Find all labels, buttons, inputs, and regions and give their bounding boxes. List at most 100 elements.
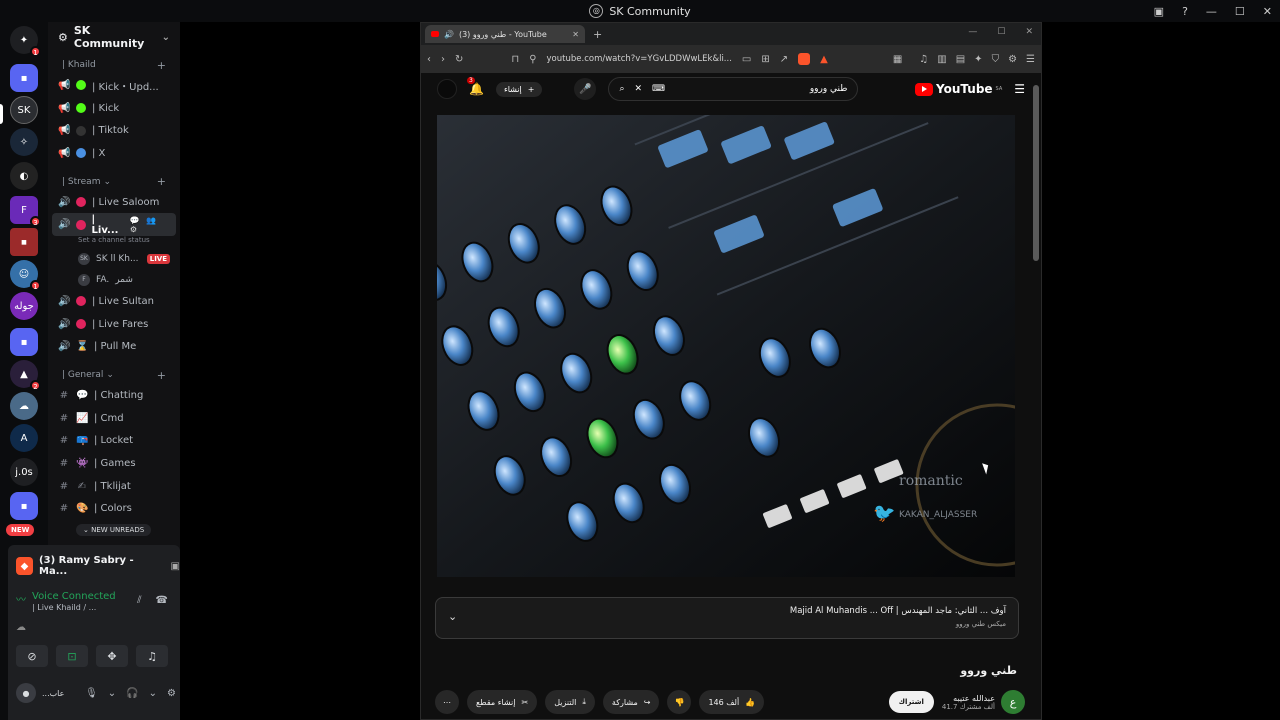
share-button[interactable]: مشاركة ↪: [602, 690, 660, 714]
forward-icon[interactable]: ›: [441, 54, 445, 65]
wallet-icon[interactable]: ▤: [956, 54, 965, 65]
server-6-icon[interactable]: ☺ 1: [10, 260, 41, 291]
mic-icon[interactable]: 🎙: [85, 688, 98, 699]
voice-channel-pull-me[interactable]: 🔊 ⌛ | Pull Me: [48, 336, 180, 359]
new-tab-button[interactable]: +: [593, 28, 602, 41]
server-4-icon[interactable]: F3: [10, 196, 41, 227]
account-avatar[interactable]: [437, 79, 457, 99]
text-channel-colors[interactable]: # 🎨 | Colors: [48, 498, 180, 521]
close-tab-icon[interactable]: ✕: [572, 30, 579, 39]
server-9-icon[interactable]: A: [10, 424, 38, 452]
screen-share-icon[interactable]: ▣: [171, 561, 180, 572]
more-actions-button[interactable]: ⋯: [435, 690, 459, 714]
cast-icon[interactable]: ▭: [742, 54, 751, 65]
screen-share-button[interactable]: ⊡: [56, 645, 88, 667]
close-button[interactable]: ✕: [1025, 27, 1033, 37]
page-scrollbar[interactable]: [1033, 85, 1039, 261]
new-badge[interactable]: NEW: [6, 524, 35, 536]
server-5-icon[interactable]: ■: [10, 228, 38, 256]
channel-avatar[interactable]: ع: [1001, 690, 1025, 714]
clip-button[interactable]: إنشاء مقطع ✂: [467, 690, 538, 714]
server-8-icon[interactable]: ☁: [10, 392, 38, 420]
bookmark-icon[interactable]: ⊓: [511, 54, 519, 65]
clear-search-icon[interactable]: ✕: [635, 84, 643, 94]
minimize-button[interactable]: —: [968, 27, 977, 37]
channel-tiktok[interactable]: 📢 | Tiktok: [48, 119, 180, 142]
rewards-icon[interactable]: ▲: [820, 54, 828, 65]
maximize-button[interactable]: ☐: [997, 27, 1005, 37]
avatar[interactable]: ●: [16, 683, 36, 703]
server-2-icon[interactable]: ✧: [10, 128, 38, 156]
voice-channel-live-sultan[interactable]: 🔊 | Live Sultan: [48, 290, 180, 313]
video-player[interactable]: romantic KAKAN_ALJASSER 🐦: [437, 115, 1015, 577]
text-channel-cmd[interactable]: # 📈 | Cmd: [48, 407, 180, 430]
maximize-button[interactable]: ☐: [1235, 5, 1245, 18]
server-sk-icon[interactable]: SK: [10, 96, 38, 124]
folder-3-icon[interactable]: ▪: [10, 492, 38, 520]
extensions-icon[interactable]: ⚙: [1008, 54, 1017, 65]
vpn-icon[interactable]: ⛉: [992, 54, 1000, 65]
disconnect-icon[interactable]: ☎: [156, 595, 168, 606]
browser-menu-icon[interactable]: ☰: [1026, 54, 1035, 65]
share-icon[interactable]: ↗: [780, 54, 788, 65]
split-view-icon[interactable]: ▥: [937, 54, 946, 65]
subscribe-button[interactable]: اشتراك: [888, 691, 934, 713]
brave-shield-icon[interactable]: [798, 53, 811, 65]
create-button[interactable]: إنشاء +: [495, 81, 543, 97]
activities-button[interactable]: ✥: [96, 645, 128, 667]
minimize-button[interactable]: —: [1206, 5, 1217, 18]
channel-status-note[interactable]: Set a channel status: [48, 236, 180, 248]
camera-off-button[interactable]: ⊘: [16, 645, 48, 667]
category-stream[interactable]: | Stream ⌄ +: [48, 173, 180, 191]
chevron-down-icon[interactable]: ⌄: [108, 688, 116, 699]
noise-suppression-icon[interactable]: ⫽: [137, 595, 141, 606]
download-button[interactable]: التنزيل ⤓: [545, 690, 595, 714]
chevron-down-icon[interactable]: ⌄: [149, 688, 157, 699]
search-icon[interactable]: ⌕: [619, 84, 624, 94]
url-field[interactable]: youtube.com/watch?v=YGvLDDWwLEk&li...: [547, 54, 732, 64]
voice-search-icon[interactable]: 🎤: [574, 78, 597, 100]
channel-x[interactable]: 📢 | X: [48, 142, 180, 165]
text-channel-tklijat[interactable]: # ✍ | Tklijat: [48, 475, 180, 498]
user-name[interactable]: ...عاب: [42, 689, 64, 698]
voice-channel-live-fares[interactable]: 🔊 | Live Fares: [48, 313, 180, 336]
new-unreads-pill[interactable]: ⌄ NEW UNREADS: [76, 524, 152, 536]
stream-title[interactable]: ◆ (3) Ramy Sabry - Ma... ▣: [16, 555, 180, 577]
settings-gear-icon[interactable]: ⚙: [167, 688, 176, 699]
dislike-button[interactable]: 👎: [667, 690, 692, 714]
add-channel-icon[interactable]: +: [157, 369, 166, 382]
hamburger-menu-icon[interactable]: ☰: [1014, 82, 1025, 96]
server-3-icon[interactable]: ◐: [10, 162, 38, 190]
youtube-logo[interactable]: YouTube SA: [915, 82, 1002, 96]
channel-actions[interactable]: 💬 👥 ⚙: [130, 216, 170, 234]
chevron-down-icon[interactable]: ⌄: [448, 610, 457, 623]
back-icon[interactable]: ‹: [427, 54, 431, 65]
server-7-icon[interactable]: ▲ 2: [10, 360, 41, 391]
voice-user-2[interactable]: F FA. شمر: [48, 269, 180, 290]
search-input[interactable]: ⌕ ✕ ⌨ طني وروو: [608, 77, 859, 101]
help-icon[interactable]: ?: [1182, 5, 1188, 18]
browser-tab[interactable]: 🔊 (3) طني وروو - YouTube ✕: [425, 25, 585, 43]
media-icon[interactable]: ♫: [919, 54, 928, 65]
headphones-icon[interactable]: 🎧: [126, 688, 138, 699]
voice-user-1[interactable]: SK SK ll Kh... LIVE: [48, 248, 180, 269]
folder-2-icon[interactable]: ▪: [10, 328, 38, 356]
voice-channel-label[interactable]: | Live Khaild / ...: [32, 603, 116, 612]
voice-channel-live-saloom[interactable]: 🔊 | Live Saloom: [48, 191, 180, 214]
site-info-icon[interactable]: ⚲: [529, 54, 536, 65]
channel-kick-updates[interactable]: 📢 | Kick・Upd...: [48, 74, 180, 97]
like-button[interactable]: 146 ألف 👍: [699, 690, 765, 714]
folder-icon[interactable]: ▪: [10, 64, 38, 92]
keyboard-icon[interactable]: ⌨: [652, 84, 665, 94]
leo-icon[interactable]: ✦: [974, 54, 982, 65]
text-channel-locket[interactable]: # 📪 | Locket: [48, 430, 180, 453]
soundboard-button[interactable]: ♫: [136, 645, 168, 667]
add-channel-icon[interactable]: +: [157, 59, 166, 72]
category-khaild[interactable]: | Khaild +: [48, 56, 180, 74]
chapter-panel[interactable]: ⌄ Majid Al Muhandis ... Off | آوف ... ال…: [435, 597, 1019, 639]
close-button[interactable]: ✕: [1263, 5, 1272, 18]
channel-kick[interactable]: 📢 | Kick: [48, 97, 180, 120]
discord-home-icon[interactable]: ✦ 1: [10, 26, 41, 57]
inbox-icon[interactable]: ▣: [1154, 5, 1164, 18]
server-jowla-icon[interactable]: جوله: [10, 292, 38, 320]
